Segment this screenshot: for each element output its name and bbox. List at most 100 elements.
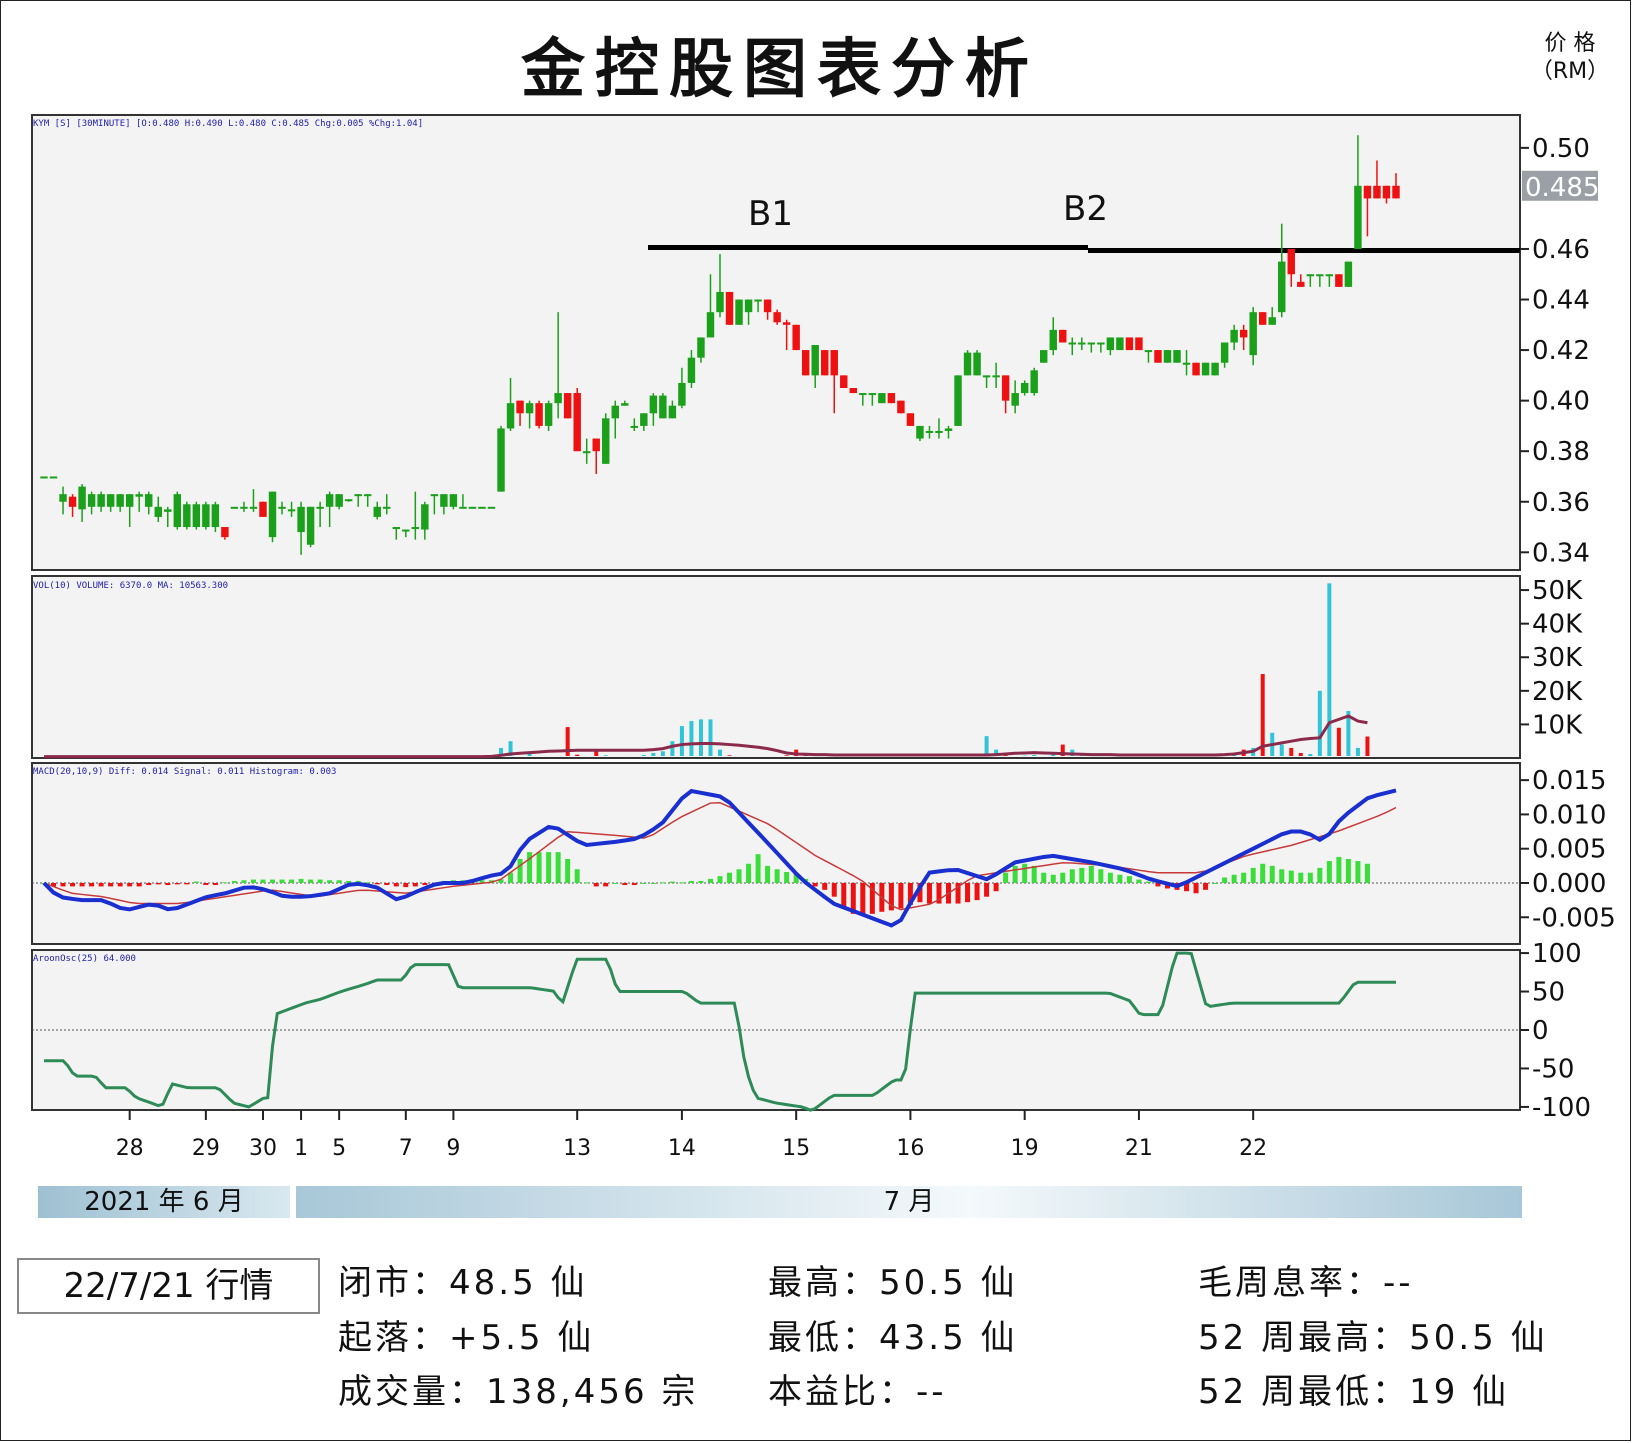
macd-histogram-bar — [146, 882, 152, 886]
macd-histogram-bar — [212, 882, 218, 886]
candle-body — [1020, 382, 1029, 394]
macd-histogram-bar — [98, 882, 104, 887]
macd-histogram-bar — [241, 880, 247, 883]
volume-bar — [708, 719, 713, 756]
macd-histogram-bar — [631, 882, 637, 886]
price-tick-label: 0.46 — [1532, 235, 1590, 265]
price-tick-label: 0.42 — [1532, 336, 1590, 366]
candle-body — [773, 312, 781, 323]
volume-bar — [698, 719, 703, 756]
candle-body — [354, 494, 362, 497]
macd-tick-label: 0.000 — [1532, 869, 1606, 899]
volume-tick-label: 20K — [1532, 677, 1583, 707]
macd-histogram-bar — [1288, 870, 1294, 883]
volume-bar — [984, 736, 989, 756]
candle-body — [40, 476, 48, 479]
price-tick-label: 0.44 — [1532, 286, 1590, 316]
panel-price — [31, 114, 1521, 571]
macd-histogram-bar — [1145, 881, 1151, 883]
volume-bar — [679, 726, 684, 756]
macd-histogram-bar — [574, 869, 580, 883]
candle-body — [145, 494, 153, 507]
macd-histogram-bar — [1298, 872, 1304, 883]
price-tick-label: 0.38 — [1532, 437, 1590, 467]
macd-histogram-bar — [736, 869, 742, 883]
macd-histogram-bar — [165, 882, 171, 886]
macd-histogram-bar — [412, 882, 418, 887]
candle-body — [621, 403, 629, 406]
macd-histogram-bar — [1250, 867, 1256, 883]
candle-body — [582, 451, 591, 454]
candle-body — [916, 425, 924, 439]
candle-body — [1001, 375, 1010, 401]
macd-histogram-bar — [231, 880, 237, 883]
macd-histogram-bar — [108, 882, 114, 887]
last-price-label: 0.485 — [1525, 173, 1599, 203]
candle-body — [373, 506, 381, 517]
candle-body — [1325, 274, 1334, 277]
candle-body — [154, 506, 162, 517]
candle-body — [487, 506, 496, 509]
candle-body — [1287, 248, 1295, 275]
volume-bar — [1279, 744, 1284, 756]
candle-body — [897, 400, 905, 414]
candle-body — [1201, 362, 1210, 376]
macd-histogram-bar — [822, 882, 828, 890]
candle-body — [725, 291, 734, 325]
candle-body — [497, 428, 505, 492]
stats-date-label: 22/7/21 行情 — [17, 1258, 320, 1314]
candle-body — [1135, 337, 1143, 351]
candle-body — [192, 504, 201, 528]
macd-histogram-bar — [546, 852, 552, 883]
candle-body — [887, 393, 896, 404]
candle-body — [1297, 281, 1305, 287]
macd-histogram-bar — [136, 882, 142, 887]
volume-tick-label: 50K — [1532, 576, 1583, 606]
candle-body — [249, 506, 258, 509]
macd-histogram-bar — [1060, 872, 1066, 883]
macd-histogram-bar — [679, 882, 685, 884]
candle-body — [630, 425, 639, 428]
candle-body — [59, 494, 67, 502]
candle-body — [563, 393, 572, 419]
macd-histogram-bar — [993, 882, 999, 892]
macd-histogram-bar — [784, 872, 790, 883]
candle-body — [1306, 274, 1315, 277]
candle-body — [706, 312, 715, 338]
candle-body — [1011, 393, 1019, 406]
price-info-line: KYM [S] [30MINUTE] [O:0.480 H:0.490 L:0.… — [33, 119, 423, 129]
stat-low: 最低：43.5 仙 — [768, 1318, 1018, 1358]
macd-histogram-bar — [393, 882, 399, 887]
macd-histogram-bar — [536, 852, 542, 883]
candle-body — [1220, 342, 1229, 363]
macd-histogram-bar — [1022, 863, 1028, 883]
candle-body — [1192, 362, 1200, 376]
candle-body — [1268, 317, 1276, 325]
macd-histogram-bar — [1012, 865, 1018, 883]
macd-histogram-bar — [812, 882, 818, 887]
macd-histogram-bar — [688, 880, 694, 883]
date-tick-label: 14 — [668, 1136, 696, 1161]
candle-body — [1382, 185, 1391, 199]
macd-histogram-bar — [1079, 867, 1085, 883]
candle-body — [230, 506, 239, 509]
macd-histogram-bar — [965, 882, 971, 903]
macd-histogram-bar — [1117, 874, 1123, 883]
candle-body — [1392, 185, 1400, 199]
candle-body — [364, 494, 372, 497]
date-tick-label: 13 — [563, 1136, 591, 1161]
candle-body — [1354, 185, 1362, 249]
candle-body — [421, 504, 429, 530]
macd-histogram-bar — [1041, 872, 1047, 883]
candle-body — [268, 491, 277, 538]
macd-histogram-bar — [1193, 882, 1199, 894]
macd-histogram-bar — [641, 882, 647, 884]
macd-histogram-bar — [984, 882, 990, 897]
candle-body — [516, 400, 524, 414]
macd-histogram-bar — [384, 882, 390, 886]
macd-histogram-bar — [841, 882, 847, 907]
candle-body — [1097, 342, 1105, 345]
macd-histogram-bar — [184, 882, 190, 885]
candle-body — [135, 494, 143, 497]
stat-close: 闭市：48.5 仙 — [338, 1263, 588, 1303]
